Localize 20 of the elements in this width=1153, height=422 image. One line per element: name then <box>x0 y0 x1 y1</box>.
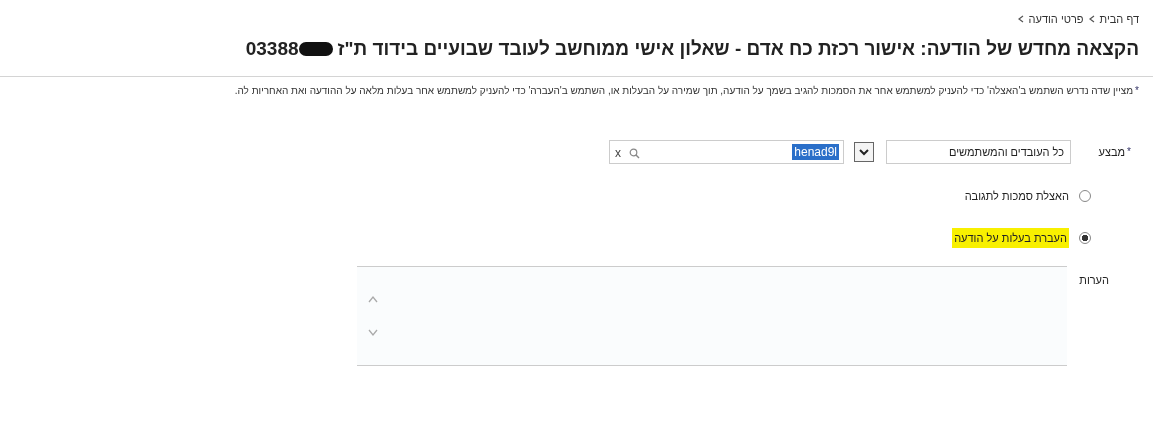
search-icon[interactable] <box>629 147 640 159</box>
field-label: מבצע <box>1098 146 1126 158</box>
breadcrumb-link[interactable]: פרטי הודעה <box>1028 13 1084 25</box>
instruction-text: מציין שדה נדרש השתמש ב'האצלה' כדי להעניק למשתמש אחר את הסמכות להגיב בשמך על הודעה, תוך שמירה על הבעלות או, השתמש ב'העברה' כדי להעניק למשתמש אחר בעלות מלאה על ההודעה ואת האחריות לה. <box>234 85 1134 96</box>
option-label: העברת בעלות על הודעה <box>952 228 1069 248</box>
required-mark: * <box>1135 85 1139 96</box>
id-number: 03388 <box>245 38 299 60</box>
option-label: האצלת סמכות לתגובה <box>964 190 1069 202</box>
scroll-arrows-icon <box>367 294 379 338</box>
dropdown-button[interactable] <box>854 142 874 162</box>
redaction-mark <box>298 42 333 56</box>
field-label: הערות <box>1078 273 1109 288</box>
page-title: הקצאה מחדש של הודעה: אישור רכזת כח אדם - שאלון אישי ממוחשב לעובד שבועיים בידוד ת"ז <box>337 38 1139 60</box>
breadcrumb-link[interactable]: דף הבית <box>1099 13 1139 25</box>
required-mark: * <box>1127 146 1131 157</box>
chevron-icon <box>1088 15 1095 23</box>
scope-dropdown[interactable]: כל העובדים והמשתמשים <box>886 140 1071 164</box>
radio-button[interactable] <box>1079 232 1091 244</box>
clear-button[interactable]: x <box>615 146 621 160</box>
chevron-icon <box>1017 15 1024 23</box>
